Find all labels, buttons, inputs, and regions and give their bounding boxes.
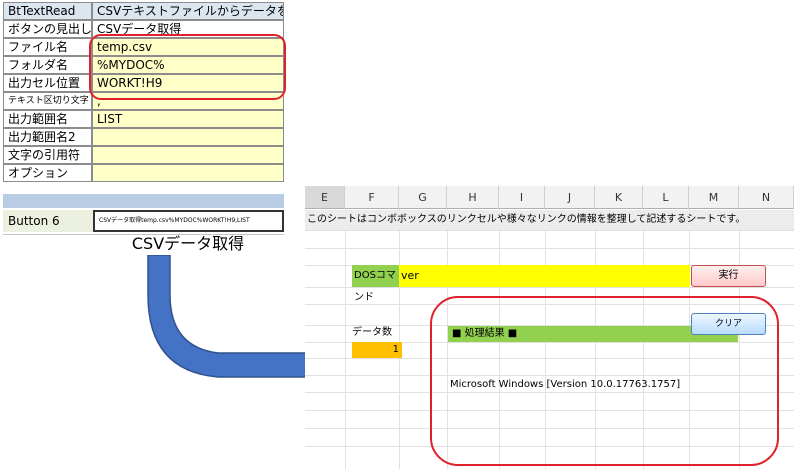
grid-line (305, 230, 794, 231)
highlight-oval-result (430, 296, 779, 466)
column-header-j[interactable]: J (545, 186, 595, 209)
data-count-label: データ数 (352, 327, 392, 338)
config-label: テキスト区切り文字 (3, 92, 92, 110)
config-value[interactable] (92, 146, 284, 164)
config-label: 出力セル位置 (3, 74, 92, 92)
config-value[interactable] (92, 128, 284, 146)
config-header-value: CSVテキストファイルからデータを取得 (92, 2, 284, 20)
sheet-note: このシートはコンボボックスのリンクセルや様々なリンクの情報を整理して記述するシー… (305, 210, 794, 230)
separator-band (3, 194, 284, 208)
config-header-row: BtTextRead CSVテキストファイルからデータを取得 (3, 2, 284, 20)
column-header-m[interactable]: M (689, 186, 739, 209)
config-value[interactable]: LIST (92, 110, 284, 128)
column-header-k[interactable]: K (595, 186, 643, 209)
csv-fetch-caption[interactable]: CSVデータ取得 (92, 234, 284, 252)
config-header-label: BtTextRead (3, 2, 92, 20)
column-header-g[interactable]: G (399, 186, 447, 209)
config-label: フォルダ名 (3, 56, 92, 74)
caption-spacer (3, 234, 92, 252)
grid-line (305, 287, 794, 288)
grid-line (305, 248, 794, 249)
column-header-h[interactable]: H (447, 186, 499, 209)
config-value[interactable] (92, 164, 284, 182)
highlight-oval-params (89, 34, 286, 100)
column-header-i[interactable]: I (499, 186, 545, 209)
button-caption-row: CSVデータ取得 (3, 234, 284, 252)
button-name: Button 6 (3, 210, 93, 232)
button-row[interactable]: Button 6 CSVデータ取得temp.csv%MYDOC%WORKT!H9… (3, 210, 284, 232)
config-label: ボタンの見出し (3, 20, 92, 38)
column-header-e[interactable]: E (305, 186, 345, 209)
config-label: オプション (3, 164, 92, 182)
config-label: ファイル名 (3, 38, 92, 56)
column-header-n[interactable]: N (739, 186, 794, 209)
dos-command-label: DOSコマンド (352, 265, 399, 303)
config-label: 文字の引用符 (3, 146, 92, 164)
config-label: 出力範囲名2 (3, 128, 92, 146)
config-row-range-name[interactable]: 出力範囲名 LIST (3, 110, 284, 128)
config-label: 出力範囲名 (3, 110, 92, 128)
execute-button[interactable]: 実行 (691, 265, 766, 287)
column-header-f[interactable]: F (345, 186, 399, 209)
config-row-range-name2[interactable]: 出力範囲名2 (3, 128, 284, 146)
button-params[interactable]: CSVデータ取得temp.csv%MYDOC%WORKT!H9,LIST (93, 210, 284, 232)
config-row-option[interactable]: オプション (3, 164, 284, 182)
data-count-value: 1 (352, 342, 402, 358)
dos-command-input[interactable]: ver (399, 265, 690, 287)
config-row-quote-char[interactable]: 文字の引用符 (3, 146, 284, 164)
column-header-l[interactable]: L (643, 186, 689, 209)
